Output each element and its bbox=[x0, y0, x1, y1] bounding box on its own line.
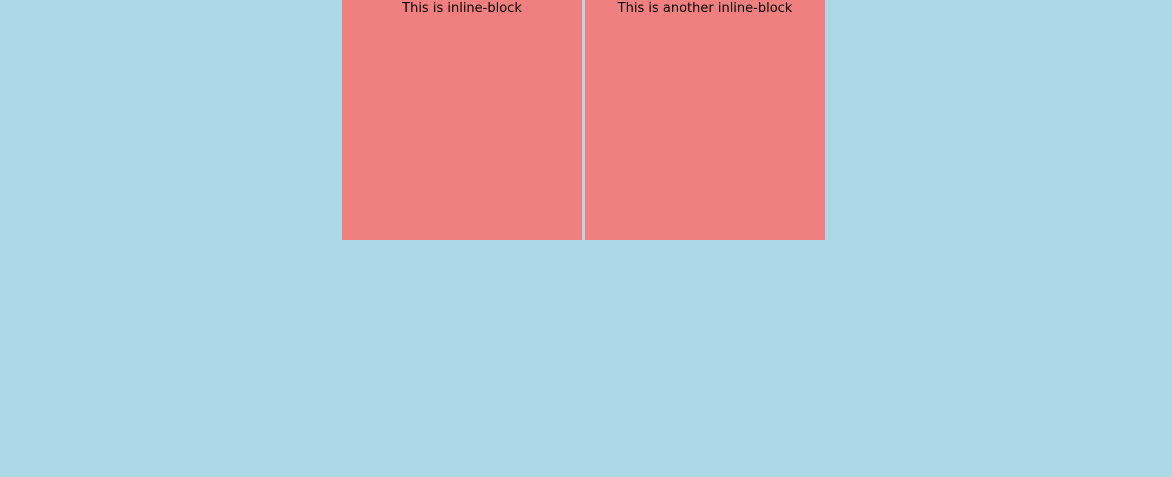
inline-block-label-2: This is another inline-block bbox=[617, 1, 793, 16]
page-canvas: This is inline-block This is another inl… bbox=[0, 0, 1172, 477]
inline-block-label-1: This is inline-block bbox=[402, 1, 522, 16]
inline-block-box-2: This is another inline-block bbox=[585, 0, 825, 240]
inline-block-box-1: This is inline-block bbox=[342, 0, 582, 240]
